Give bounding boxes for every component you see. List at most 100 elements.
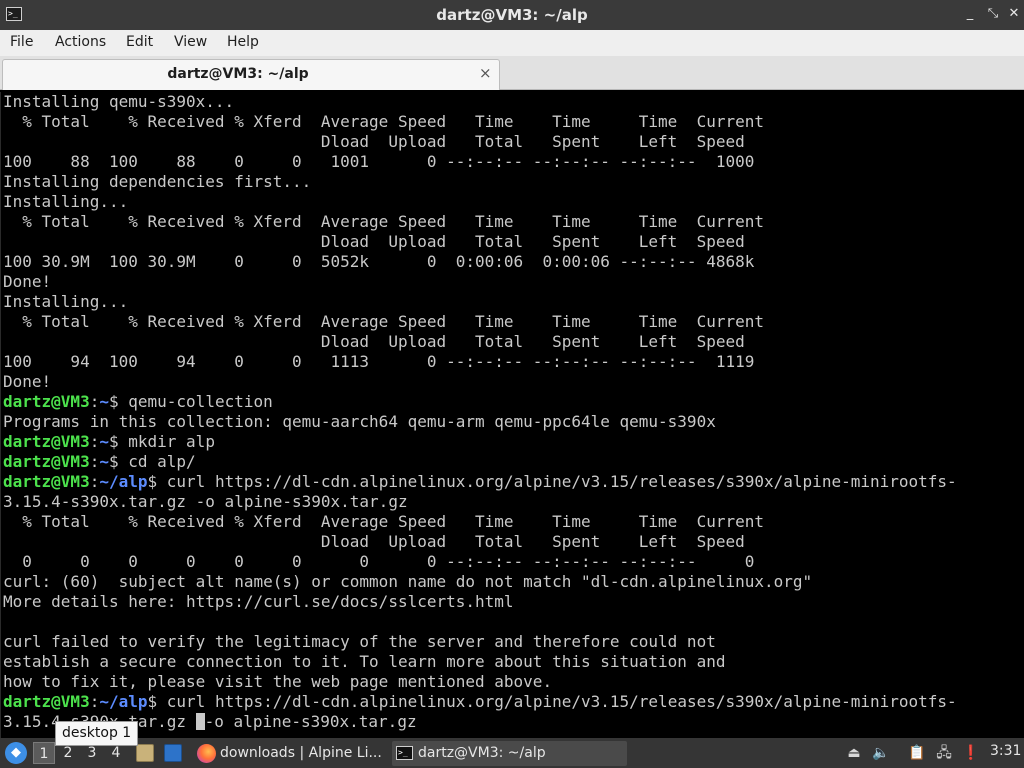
desktop-1-button[interactable]: 1 [33,742,55,764]
terminal-line: dartz@VM3:~$ mkdir alp [3,432,215,452]
window-title: dartz@VM3: ~/alp [436,6,588,24]
task-firefox[interactable]: downloads | Alpine Li... [194,741,384,766]
output-text: Installing... [3,292,129,311]
menu-actions[interactable]: Actions [55,34,106,50]
tab-close-button[interactable]: × [479,64,492,82]
taskbar: ◆ 1 2 3 4 downloads | Alpine Li... >_ da… [0,738,1024,768]
terminal-line: 0 0 0 0 0 0 0 0 --:--:-- --:--:-- --:--:… [3,552,754,572]
terminal-line: Installing dependencies first... [3,172,311,192]
menu-bar: File Actions Edit View Help [0,30,1024,56]
task-terminal-label: dartz@VM3: ~/alp [418,745,546,761]
prompt-user: dartz@VM3 [3,392,90,411]
eject-icon[interactable]: ⏏ [844,743,864,763]
prompt-user: dartz@VM3 [3,432,90,451]
output-text: Done! [3,272,52,291]
terminal-line: Dload Upload Total Spent Left Speed [3,232,745,252]
terminal-line: curl: (60) subject alt name(s) or common… [3,572,812,592]
terminal-line: 100 30.9M 100 30.9M 0 0 5052k 0 0:00:06 … [3,252,754,272]
terminal-line: Dload Upload Total Spent Left Speed [3,532,745,552]
output-text: Done! [3,372,52,391]
output-text-after-cursor: -o alpine-s390x.tar.gz [204,712,417,731]
terminal-line: Dload Upload Total Spent Left Speed [3,332,745,352]
output-text: % Total % Received % Xferd Average Speed… [3,212,764,231]
terminal-line: Programs in this collection: qemu-aarch6… [3,412,716,432]
prompt-user: dartz@VM3 [3,472,90,491]
terminal-line: Installing qemu-s390x... [3,92,234,112]
terminal-line: % Total % Received % Xferd Average Speed… [3,112,764,132]
terminal-line: establish a secure connection to it. To … [3,652,725,672]
terminal-line: 100 88 100 88 0 0 1001 0 --:--:-- --:--:… [3,152,754,172]
prompt-separator: : [89,692,100,711]
menu-view[interactable]: View [174,34,207,50]
terminal-line: Dload Upload Total Spent Left Speed [3,132,745,152]
output-text: 100 94 100 94 0 0 1113 0 --:--:-- --:--:… [3,352,755,371]
command-text: $ cd alp/ [108,452,196,471]
output-text: how to fix it, please visit the web page… [3,672,553,691]
command-text: $ curl https://dl-cdn.alpinelinux.org/al… [147,472,957,491]
terminal-line: Installing... [3,292,128,312]
prompt-separator: : [89,452,100,471]
task-terminal[interactable]: >_ dartz@VM3: ~/alp [392,741,627,766]
command-text: $ curl https://dl-cdn.alpinelinux.org/al… [147,692,957,711]
terminal-line: dartz@VM3:~$ cd alp/ [3,452,196,472]
terminal-line: % Total % Received % Xferd Average Speed… [3,212,764,232]
output-text: Installing qemu-s390x... [3,92,235,111]
prompt-separator: : [89,472,100,491]
network-icon[interactable]: 🖧 [934,743,954,763]
output-text: 100 30.9M 100 30.9M 0 0 5052k 0 0:00:06 … [3,252,755,271]
terminal-line: 3.15.4-s390x.tar.gz -o alpine-s390x.tar.… [3,492,408,512]
notification-icon[interactable]: ❗ [961,743,981,763]
terminal-line: dartz@VM3:~/alp$ curl https://dl-cdn.alp… [3,472,957,492]
menu-file[interactable]: File [10,34,33,50]
output-text: 100 88 100 88 0 0 1001 0 --:--:-- --:--:… [3,152,755,171]
clock[interactable]: 3:31 [990,743,1021,759]
firefox-icon [197,744,216,763]
prompt-path: ~ [99,392,109,411]
terminal-line: % Total % Received % Xferd Average Speed… [3,312,764,332]
command-text: $ mkdir alp [108,432,215,451]
desktop-tooltip: desktop 1 [55,721,139,746]
terminal-line: % Total % Received % Xferd Average Speed… [3,512,764,532]
prompt-path: ~/alp [99,692,148,711]
output-text: Dload Upload Total Spent Left Speed [3,332,745,351]
prompt-path: ~/alp [99,472,148,491]
terminal-line: Done! [3,372,51,392]
menu-help[interactable]: Help [227,34,259,50]
show-desktop-icon[interactable] [164,744,182,762]
start-menu-icon[interactable]: ◆ [5,742,27,764]
output-text: % Total % Received % Xferd Average Speed… [3,312,764,331]
output-text: curl: (60) subject alt name(s) or common… [3,572,813,591]
volume-icon[interactable]: 🔈 [871,743,891,763]
window-titlebar[interactable]: >_ dartz@VM3: ~/alp _ ⤡ ✕ [0,0,1024,30]
output-text: % Total % Received % Xferd Average Speed… [3,512,764,531]
output-text: Programs in this collection: qemu-aarch6… [3,412,716,431]
output-text: 0 0 0 0 0 0 0 0 --:--:-- --:--:-- --:--:… [3,552,755,571]
output-text: More details here: https://curl.se/docs/… [3,592,514,611]
tab-terminal[interactable]: dartz@VM3: ~/alp × [2,59,500,90]
prompt-path: ~ [99,432,109,451]
terminal-line: dartz@VM3:~/alp$ curl https://dl-cdn.alp… [3,692,957,712]
terminal-output[interactable]: Installing qemu-s390x... % Total % Recei… [0,92,1024,738]
prompt-user: dartz@VM3 [3,452,90,471]
output-text: Installing dependencies first... [3,172,312,191]
terminal-line: 100 94 100 94 0 0 1113 0 --:--:-- --:--:… [3,352,754,372]
output-text: % Total % Received % Xferd Average Speed… [3,112,764,131]
prompt-user: dartz@VM3 [3,692,90,711]
file-manager-icon[interactable] [136,744,154,762]
output-text: curl failed to verify the legitimacy of … [3,632,716,651]
menu-edit[interactable]: Edit [126,34,153,50]
text-cursor [195,713,205,730]
minimize-button[interactable]: _ [962,6,978,22]
clipboard-icon[interactable]: 📋 [907,743,927,763]
terminal-line: dartz@VM3:~$ qemu-collection [3,392,273,412]
output-text: establish a secure connection to it. To … [3,652,726,671]
maximize-button[interactable]: ⤡ [985,6,1001,22]
close-window-button[interactable]: ✕ [1006,6,1022,22]
task-firefox-label: downloads | Alpine Li... [220,745,382,761]
terminal-line: Installing... [3,192,128,212]
command-text: $ qemu-collection [108,392,273,411]
output-text: 3.15.4-s390x.tar.gz -o alpine-s390x.tar.… [3,492,408,511]
tab-bar: dartz@VM3: ~/alp × [0,56,1024,90]
output-text: Dload Upload Total Spent Left Speed [3,532,745,551]
tab-label: dartz@VM3: ~/alp [167,66,309,82]
